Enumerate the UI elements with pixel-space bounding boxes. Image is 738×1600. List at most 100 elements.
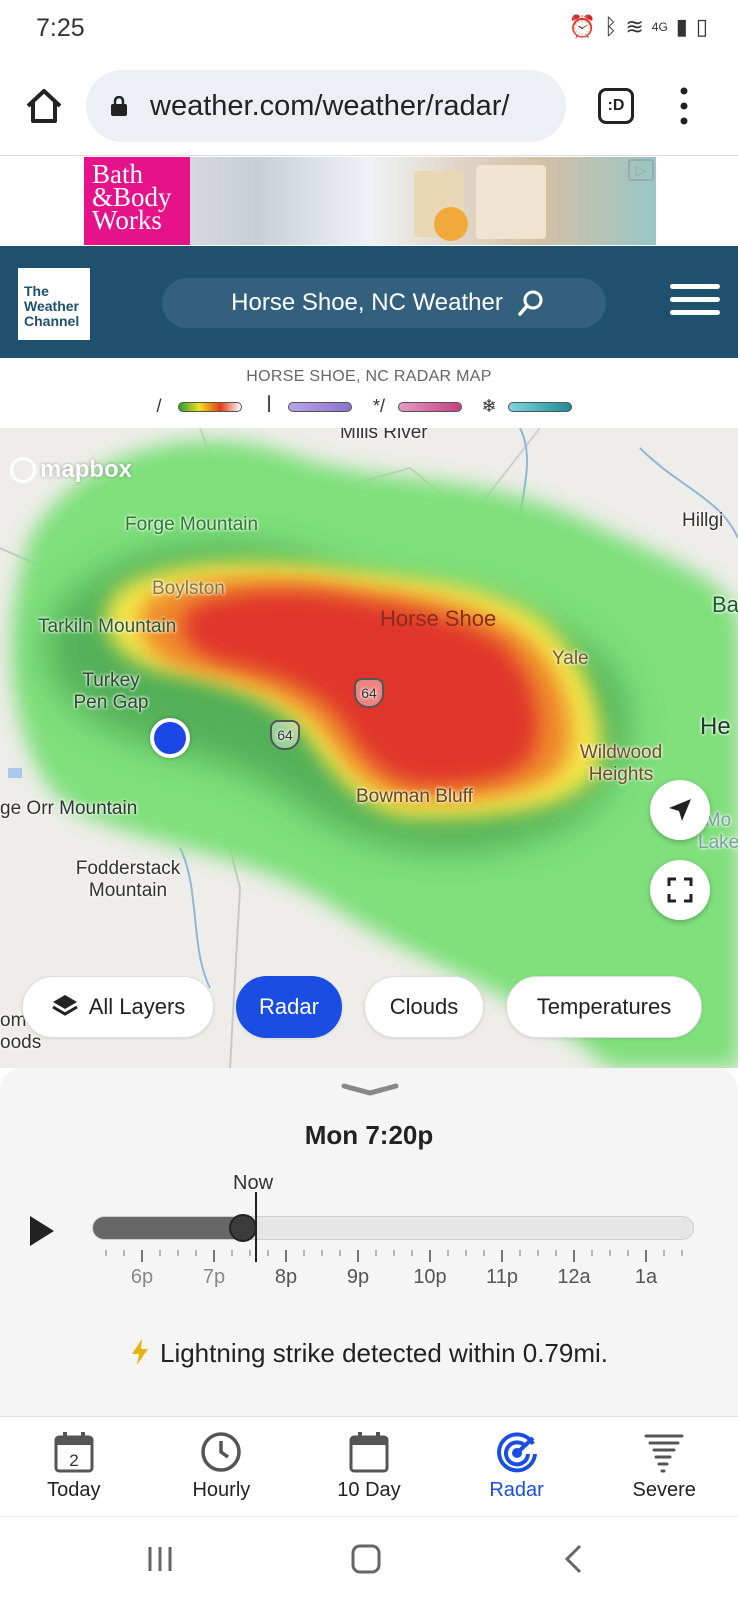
battery-icon: ▯ (695, 14, 708, 39)
layers-icon (51, 995, 78, 1016)
legend-item: */ (370, 396, 462, 417)
timeline-panel: Mon 7:20p Now 6p 7p 8p 9p 10p 11p 12a 1a Lightn… (0, 1068, 738, 1416)
home-icon[interactable] (22, 84, 66, 128)
route-shield-us64: 64 (354, 678, 384, 708)
mapbox-attribution[interactable]: mapbox (10, 456, 132, 484)
wifi-icon: ≋ (625, 14, 644, 39)
address-bar[interactable]: weather.com/weather/radar/ (86, 70, 566, 142)
svg-text:2: 2 (69, 1451, 78, 1470)
map-label: Turkey Pen Gap (73, 670, 149, 713)
nav-radar[interactable]: Radar (443, 1417, 591, 1516)
ad-banner[interactable]: Bath &Body Works ▷ (0, 157, 738, 245)
mix-icon: */ (372, 396, 385, 416)
recent-apps-icon[interactable] (146, 1545, 174, 1573)
legend-color-bar (178, 401, 242, 412)
layer-chip-all-layers[interactable]: All Layers (22, 976, 214, 1038)
nav-label: Today (47, 1479, 101, 1501)
map-label: He (700, 713, 731, 740)
nav-label: Severe (632, 1479, 696, 1501)
radar-map-title: HORSE SHOE, NC RADAR MAP (246, 368, 492, 385)
lightning-alert-text: Lightning strike detected within 0.79mi. (159, 1338, 609, 1368)
fullscreen-button[interactable] (650, 860, 710, 920)
timeline-tick-label: 6p (130, 1266, 154, 1288)
map-label: Forge Mountain (125, 514, 259, 535)
map-label: Boylston (152, 578, 225, 599)
map-label: Bowman Bluff (356, 786, 473, 807)
map-label: Wildwood Heights (579, 742, 663, 785)
url-text: weather.com/weather/radar/ (150, 90, 510, 122)
legend-item: ❄ (480, 396, 572, 417)
map-label: Mills River (340, 428, 428, 443)
tabs-button[interactable]: :D (598, 88, 634, 124)
map-label: Tarkiln Mountain (38, 616, 177, 637)
panel-handle-chevron-icon[interactable] (341, 1082, 399, 1096)
calendar-icon (349, 1432, 389, 1473)
lightning-alert: Lightning strike detected within 0.79mi. (0, 1338, 738, 1369)
nav-label: Radar (489, 1479, 544, 1501)
more-menu-icon[interactable] (680, 86, 688, 126)
play-button[interactable] (28, 1214, 56, 1248)
location-search[interactable]: Horse Shoe, NC Weather (162, 278, 606, 328)
timeline-ticks (105, 1250, 683, 1262)
bottom-navigation: 2 Today Hourly 10 Day Radar Severe (0, 1416, 738, 1516)
lightning-bolt-icon (131, 1339, 148, 1365)
status-icons: ⏰ ᛒ ≋ 4G ▮ ▯ (569, 14, 708, 40)
current-location-marker (150, 718, 190, 758)
adchoices-icon[interactable]: ▷ (628, 159, 654, 181)
navigation-arrow-icon (669, 799, 691, 821)
timeline-tick-label: 9p (346, 1266, 370, 1288)
bluetooth-icon: ᛒ (604, 14, 618, 39)
twc-logo[interactable]: The Weather Channel (18, 268, 90, 340)
snow-icon: ❄ (481, 396, 497, 416)
layer-chip-clouds[interactable]: Clouds (364, 976, 484, 1038)
ad-product-candle (476, 165, 546, 239)
clock-icon (201, 1432, 242, 1472)
timeline-slider[interactable] (92, 1216, 694, 1240)
radar-legend: HORSE SHOE, NC RADAR MAP / ꟾ */ ❄ (0, 358, 738, 428)
ice-icon: ꟾ (266, 396, 272, 416)
map-label: Yale (552, 648, 589, 669)
rain-icon: / (156, 396, 162, 416)
fullscreen-icon (667, 877, 693, 903)
ad-product-fruit (434, 207, 468, 241)
map-label: ge Orr Mountain (0, 798, 138, 819)
legend-color-bar (288, 401, 352, 412)
nav-hourly[interactable]: Hourly (148, 1417, 296, 1516)
calendar-day-icon: 2 (54, 1432, 94, 1473)
legend-item: ꟾ (260, 396, 352, 417)
ad-brand-logo: Bath &Body Works (84, 157, 190, 245)
nav-10-day[interactable]: 10 Day (295, 1417, 443, 1516)
lock-icon (111, 96, 127, 116)
network-type: 4G (651, 20, 668, 34)
home-nav-icon[interactable] (350, 1543, 382, 1575)
back-icon[interactable] (562, 1543, 584, 1575)
ad-image[interactable]: Bath &Body Works ▷ (84, 157, 656, 245)
legend-color-bar (508, 401, 572, 412)
timeline-tick-label: 1a (634, 1266, 658, 1288)
map-label: Horse Shoe (380, 606, 497, 631)
nav-today[interactable]: 2 Today (0, 1417, 148, 1516)
nav-label: 10 Day (337, 1479, 401, 1501)
alarm-icon: ⏰ (568, 14, 597, 39)
map-label: Hillgi (682, 510, 724, 531)
layer-chip-radar[interactable]: Radar (236, 976, 342, 1038)
search-icon (518, 290, 543, 316)
legend-item: / (150, 396, 242, 417)
timeline-handle[interactable] (228, 1214, 257, 1242)
system-navigation-bar (0, 1516, 738, 1600)
timeline-tick-label: 12a (557, 1266, 591, 1288)
layer-chip-temperatures[interactable]: Temperatures (506, 976, 702, 1038)
legend-color-bar (398, 401, 462, 412)
radar-map[interactable]: mapbox Mills River Forge Mountain Hillgi… (0, 428, 738, 1068)
status-bar: 7:25 ⏰ ᛒ ≋ 4G ▮ ▯ (0, 0, 738, 60)
nav-label: Hourly (192, 1479, 251, 1501)
browser-toolbar: weather.com/weather/radar/ :D (0, 60, 738, 156)
legend-items: / ꟾ */ ❄ (150, 396, 572, 417)
search-text: Horse Shoe, NC Weather (231, 289, 503, 316)
hamburger-menu-icon[interactable] (670, 284, 720, 318)
map-label: Ba (712, 592, 738, 617)
nav-severe[interactable]: Severe (590, 1417, 738, 1516)
route-shield-us64: 64 (270, 720, 300, 750)
locate-me-button[interactable] (650, 780, 710, 840)
signal-icon: ▮ (675, 14, 688, 39)
